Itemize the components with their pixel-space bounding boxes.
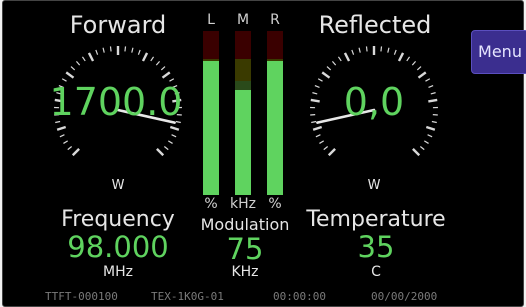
forward-gauge-major-tick	[56, 125, 67, 131]
reflected-gauge-minor-tick	[380, 46, 383, 52]
vu-label-left: L	[207, 12, 215, 28]
reflected-gauge-minor-tick	[416, 66, 422, 71]
reflected-gauge-minor-tick	[358, 47, 361, 53]
status-date: 00/00/2000	[371, 290, 438, 303]
forward-gauge-minor-tick	[75, 60, 81, 66]
vu-meter-mid	[235, 31, 251, 195]
modulation-value: 75	[226, 232, 264, 266]
reflected-gauge-minor-tick	[423, 140, 429, 144]
transmitter-display: Forward 1700.0 W Reflected 0,0 W L M R %…	[2, 0, 524, 307]
vu-meter-mid-fill	[235, 90, 251, 195]
reflected-gauge-minor-tick	[406, 56, 411, 62]
reflected-gauge-major-tick	[425, 125, 436, 131]
reflected-title: Reflected	[318, 11, 432, 39]
reflected-gauge-minor-tick	[315, 134, 321, 138]
temperature-value: 35	[357, 230, 395, 264]
forward-power-unit: W	[111, 178, 125, 193]
forward-gauge-major-tick	[65, 71, 75, 79]
temperature-title: Temperature	[306, 207, 446, 232]
frequency-title: Frequency	[61, 207, 175, 232]
vu-meter-left	[203, 31, 219, 195]
status-model: TEX-1K0G-01	[151, 290, 224, 303]
forward-gauge-minor-tick	[81, 56, 86, 62]
forward-gauge-minor-tick	[167, 140, 173, 144]
reflected-gauge-minor-tick	[411, 60, 417, 66]
reflected-gauge-major-tick	[321, 71, 331, 79]
reflected-gauge-minor-tick	[319, 140, 325, 144]
forward-gauge-minor-tick	[70, 66, 76, 71]
forward-gauge-major-tick	[169, 125, 180, 131]
forward-gauge-major-tick	[156, 148, 165, 157]
forward-gauge-minor-tick	[137, 49, 141, 55]
frequency-value: 98.000	[67, 230, 169, 264]
reflected-gauge-minor-tick	[311, 120, 317, 124]
status-time: 00:00:00	[273, 290, 326, 303]
reflected-gauge-minor-tick	[365, 46, 368, 52]
reflected-gauge-major-tick	[312, 125, 323, 131]
reflected-gauge-minor-tick	[331, 60, 337, 66]
reflected-power-value: 0,0	[343, 80, 405, 124]
forward-gauge-minor-tick	[155, 60, 161, 66]
forward-gauge-major-tick	[161, 71, 171, 79]
forward-gauge-minor-tick	[160, 66, 166, 71]
forward-power-value: 1700.0	[49, 80, 183, 124]
reflected-gauge-minor-tick	[317, 78, 323, 82]
reflected-gauge-minor-tick	[419, 146, 425, 151]
reflected-gauge-minor-tick	[425, 78, 431, 82]
menu-button[interactable]: Menu	[471, 30, 526, 74]
reflected-gauge-major-tick	[412, 148, 421, 157]
vu-unit-mid: kHz	[230, 196, 256, 212]
vu-meter-right-fill	[267, 60, 283, 195]
forward-gauge-minor-tick	[67, 146, 73, 151]
forward-gauge-major-tick	[87, 52, 95, 62]
modulation-title: Modulation	[200, 215, 290, 234]
reflected-gauge-minor-tick	[427, 134, 433, 138]
forward-gauge-minor-tick	[171, 134, 177, 138]
reflected-gauge-minor-tick	[337, 56, 342, 62]
reflected-gauge-minor-tick	[326, 66, 332, 71]
reflected-gauge-minor-tick	[431, 120, 437, 124]
forward-title: Forward	[69, 11, 167, 39]
forward-gauge-major-tick	[71, 148, 80, 157]
status-device-id: TTFT-000100	[45, 290, 118, 303]
reflected-gauge-minor-tick	[387, 47, 390, 53]
frequency-unit: MHz	[103, 264, 133, 280]
reflected-gauge-minor-tick	[393, 49, 397, 55]
reflected-gauge-major-tick	[397, 52, 405, 62]
reflected-gauge-major-tick	[343, 52, 351, 62]
forward-gauge-minor-tick	[150, 56, 155, 62]
reflected-gauge-major-tick	[417, 71, 427, 79]
forward-gauge-minor-tick	[109, 46, 112, 52]
forward-gauge-minor-tick	[63, 140, 69, 144]
reflected-gauge-minor-tick	[351, 49, 355, 55]
forward-gauge-minor-tick	[163, 146, 169, 151]
vu-unit-left: %	[204, 196, 218, 212]
forward-gauge-minor-tick	[124, 46, 127, 52]
forward-gauge-minor-tick	[59, 134, 65, 138]
forward-gauge-minor-tick	[95, 49, 99, 55]
reflected-power-unit: W	[367, 178, 381, 193]
vu-meter-right	[267, 31, 283, 195]
reflected-gauge-major-tick	[327, 148, 336, 157]
vu-meter-left-fill	[203, 60, 219, 195]
temperature-unit: C	[371, 264, 381, 280]
reflected-gauge-minor-tick	[323, 146, 329, 151]
vu-label-right: R	[270, 12, 280, 28]
vu-label-mid: M	[236, 12, 250, 28]
modulation-unit: KHz	[231, 264, 259, 280]
forward-gauge-major-tick	[141, 52, 149, 62]
vu-unit-right: %	[268, 196, 282, 212]
forward-gauge-minor-tick	[102, 47, 105, 53]
forward-gauge-minor-tick	[131, 47, 134, 53]
